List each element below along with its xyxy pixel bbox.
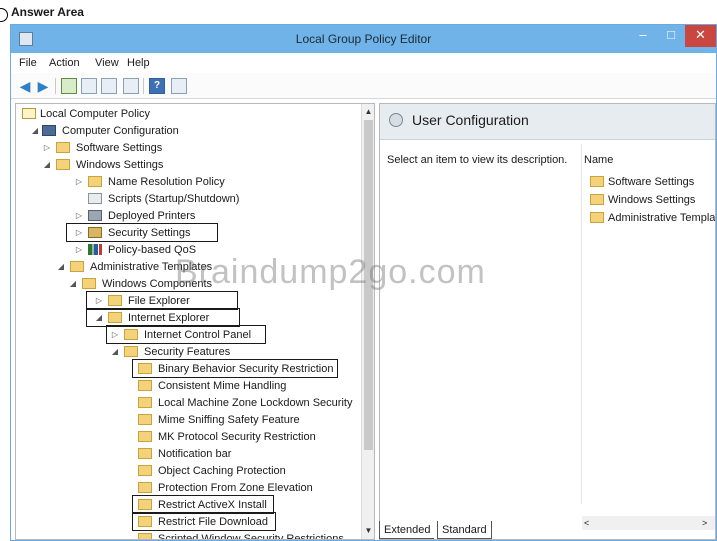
menu-help[interactable]: Help bbox=[127, 57, 150, 69]
collapse-arrow-icon[interactable]: ◢ bbox=[42, 157, 52, 173]
details-pane: User Configuration Select an item to vie… bbox=[379, 103, 716, 540]
toolbar: ◀ ▶ ? bbox=[11, 73, 716, 99]
menu-action[interactable]: Action bbox=[49, 57, 80, 69]
policy-document-icon bbox=[22, 108, 36, 119]
forward-arrow-icon[interactable]: ▶ bbox=[35, 78, 51, 94]
show-hide-tree-icon[interactable] bbox=[81, 78, 97, 94]
view-tabs: Extended Standard bbox=[369, 521, 669, 541]
tab-standard[interactable]: Standard bbox=[437, 521, 492, 539]
show-action-pane-icon[interactable] bbox=[171, 78, 187, 94]
menu-file[interactable]: File bbox=[19, 57, 37, 69]
template-folder-icon bbox=[138, 414, 152, 425]
folder-icon bbox=[56, 142, 70, 153]
menu-view[interactable]: View bbox=[95, 57, 119, 69]
maximize-button[interactable]: □ bbox=[657, 25, 685, 47]
column-divider bbox=[581, 144, 582, 504]
close-button[interactable]: ✕ bbox=[685, 25, 716, 47]
tree-node-windows-settings[interactable]: ◢ Windows Settings bbox=[42, 157, 292, 173]
template-folder-icon bbox=[138, 431, 152, 442]
name-column-header[interactable]: Name bbox=[584, 154, 613, 166]
back-arrow-icon[interactable]: ◀ bbox=[17, 78, 33, 94]
watermark-text: Braindump2go.com bbox=[175, 253, 486, 291]
folder-icon bbox=[56, 159, 70, 170]
tree-vertical-scrollbar[interactable]: ▲ ▼ bbox=[361, 104, 374, 539]
collapse-arrow-icon[interactable]: ◢ bbox=[30, 123, 40, 139]
answer-marker bbox=[0, 8, 8, 22]
collapse-arrow-icon[interactable]: ◢ bbox=[56, 259, 66, 275]
details-header: User Configuration bbox=[380, 104, 715, 140]
tree-node-scripted-window-security-restrictions[interactable]: Scripted Window Security Restrictions bbox=[138, 531, 358, 539]
tree-node-protection-from-zone-elevation[interactable]: Protection From Zone Elevation bbox=[138, 480, 358, 496]
template-folder-icon bbox=[138, 397, 152, 408]
template-folder-icon bbox=[138, 380, 152, 391]
expand-arrow-icon[interactable]: ▷ bbox=[74, 208, 84, 224]
folder-icon bbox=[590, 194, 604, 205]
minimize-button[interactable]: – bbox=[629, 25, 657, 47]
folder-icon bbox=[590, 176, 604, 187]
template-folder-icon bbox=[138, 482, 152, 493]
template-folder-icon bbox=[70, 261, 84, 272]
menu-bar: File Action View Help bbox=[11, 53, 716, 73]
tree-node-object-caching-protection[interactable]: Object Caching Protection bbox=[138, 463, 358, 479]
export-list-icon[interactable] bbox=[123, 78, 139, 94]
tree-node-computer-configuration[interactable]: ◢ Computer Configuration bbox=[30, 123, 280, 139]
script-icon bbox=[88, 193, 102, 204]
tree-node-consistent-mime-handling[interactable]: Consistent Mime Handling bbox=[138, 378, 358, 394]
window-title: Local Group Policy Editor bbox=[295, 32, 432, 46]
expand-arrow-icon[interactable]: ▷ bbox=[42, 140, 52, 156]
template-folder-icon bbox=[138, 465, 152, 476]
properties-icon[interactable] bbox=[101, 78, 117, 94]
console-tree-pane: Local Computer Policy ◢ Computer Configu… bbox=[15, 103, 375, 540]
scroll-up-arrow-icon[interactable]: ▲ bbox=[362, 105, 374, 119]
template-folder-icon bbox=[138, 533, 152, 539]
computer-icon bbox=[42, 125, 56, 136]
tree-node-scripts[interactable]: Scripts (Startup/Shutdown) bbox=[74, 191, 324, 207]
folder-icon bbox=[88, 176, 102, 187]
collapse-arrow-icon[interactable]: ◢ bbox=[68, 276, 78, 292]
description-text: Select an item to view its description. bbox=[387, 154, 568, 166]
template-folder-icon bbox=[124, 346, 138, 357]
tree-node-deployed-printers[interactable]: ▷ Deployed Printers bbox=[74, 208, 324, 224]
template-folder-icon bbox=[590, 212, 604, 223]
template-folder-icon bbox=[138, 448, 152, 459]
toolbar-separator bbox=[55, 78, 56, 94]
template-folder-icon bbox=[82, 278, 96, 289]
title-bar: Local Group Policy Editor – □ ✕ bbox=[11, 25, 716, 53]
selection-box-restrict-file-download bbox=[132, 512, 276, 531]
tab-extended[interactable]: Extended bbox=[379, 521, 435, 539]
expand-arrow-icon[interactable]: ▷ bbox=[74, 242, 84, 258]
tree-node-mk-protocol-security-restriction[interactable]: MK Protocol Security Restriction bbox=[138, 429, 358, 445]
tree-node-security-features[interactable]: ◢ Security Features bbox=[110, 344, 360, 360]
qos-chart-icon bbox=[88, 244, 102, 255]
help-icon[interactable]: ? bbox=[149, 78, 165, 94]
selection-box-binary-behavior bbox=[132, 359, 338, 378]
scroll-right-arrow-icon[interactable]: > bbox=[702, 516, 707, 530]
selection-box-internet-control-panel bbox=[106, 325, 266, 344]
answer-area-heading: Answer Area bbox=[11, 5, 84, 19]
up-folder-icon[interactable] bbox=[61, 78, 77, 94]
tree-node-local-computer-policy[interactable]: Local Computer Policy bbox=[20, 106, 270, 122]
details-title: User Configuration bbox=[412, 112, 529, 128]
toolbar-separator bbox=[143, 78, 144, 94]
tree-node-local-machine-zone-lockdown-security[interactable]: Local Machine Zone Lockdown Security bbox=[138, 395, 358, 411]
tree-node-notification-bar[interactable]: Notification bar bbox=[138, 446, 358, 462]
expand-arrow-icon[interactable]: ▷ bbox=[74, 174, 84, 190]
tree-node-name-resolution-policy[interactable]: ▷ Name Resolution Policy bbox=[74, 174, 324, 190]
selection-box-security-settings bbox=[66, 223, 218, 242]
user-configuration-icon bbox=[389, 113, 403, 127]
collapse-arrow-icon[interactable]: ◢ bbox=[110, 344, 120, 360]
answer-area-header: Answer Area bbox=[0, 0, 717, 24]
printer-icon bbox=[88, 210, 102, 221]
tree-node-mime-sniffing-safety-feature[interactable]: Mime Sniffing Safety Feature bbox=[138, 412, 358, 428]
tree-node-software-settings[interactable]: ▷ Software Settings bbox=[42, 140, 292, 156]
